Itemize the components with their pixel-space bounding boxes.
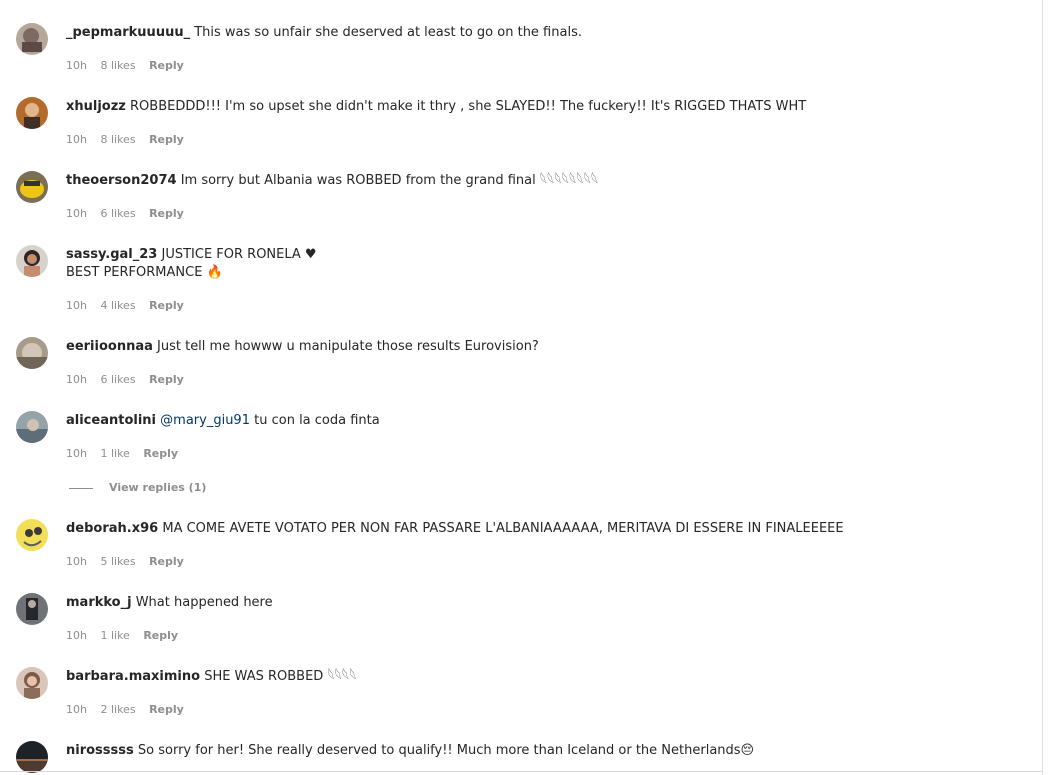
bottom-divider bbox=[0, 771, 1043, 772]
avatar[interactable] bbox=[16, 337, 48, 369]
view-replies-button[interactable]: View replies (1) bbox=[69, 481, 206, 495]
comment-time: 10h bbox=[66, 133, 87, 146]
avatar[interactable] bbox=[16, 411, 48, 443]
avatar[interactable] bbox=[16, 245, 48, 277]
comment-likes[interactable]: 1 like bbox=[100, 629, 129, 642]
comment-body: aliceantolini @mary_giu91 tu con la coda… bbox=[66, 412, 1026, 430]
reply-button[interactable]: Reply bbox=[143, 447, 178, 460]
comment-text: This was so unfair she deserved at least… bbox=[194, 25, 582, 40]
comment-username[interactable]: barbara.maximino bbox=[66, 669, 200, 684]
comment-text: Im sorry but Albania was ROBBED from the… bbox=[180, 173, 599, 188]
comment-likes[interactable]: 5 likes bbox=[100, 555, 135, 568]
comment-text: SHE WAS ROBBED 𓆩𓆩𓆩𓆩 bbox=[204, 669, 357, 684]
comment-text: JUSTICE FOR RONELA ♥ bbox=[161, 247, 317, 262]
comment-body: markko_j What happened here bbox=[66, 594, 1026, 612]
reply-button[interactable]: Reply bbox=[149, 555, 184, 568]
comment-meta: 10h 8 likes Reply bbox=[66, 133, 194, 147]
comment-body: _pepmarkuuuuu_ This was so unfair she de… bbox=[66, 24, 1026, 42]
reply-button[interactable]: Reply bbox=[149, 133, 184, 146]
avatar[interactable] bbox=[16, 593, 48, 625]
reply-button[interactable]: Reply bbox=[149, 207, 184, 220]
comment-meta: 10h 1 like Reply bbox=[66, 629, 188, 643]
comment-meta: 10h 6 likes Reply bbox=[66, 207, 194, 221]
comment-likes[interactable]: 6 likes bbox=[100, 373, 135, 386]
comment-time: 10h bbox=[66, 703, 87, 716]
comment-time: 10h bbox=[66, 629, 87, 642]
avatar[interactable] bbox=[16, 23, 48, 55]
comment-likes[interactable]: 4 likes bbox=[100, 299, 135, 312]
comment-username[interactable]: nirosssss bbox=[66, 743, 134, 758]
comment-time: 10h bbox=[66, 555, 87, 568]
comment-text: So sorry for her! She really deserved to… bbox=[137, 743, 755, 758]
view-replies-line bbox=[69, 487, 93, 489]
comment-username[interactable]: aliceantolini bbox=[66, 413, 156, 428]
comment-text: tu con la coda finta bbox=[254, 413, 380, 428]
avatar[interactable] bbox=[16, 741, 48, 773]
comment-mention[interactable]: @mary_giu91 bbox=[160, 413, 250, 428]
comment-time: 10h bbox=[66, 373, 87, 386]
comment-text: What happened here bbox=[135, 595, 273, 610]
avatar-barbara-icon bbox=[16, 667, 48, 699]
avatar-aliceantolini-icon bbox=[16, 411, 48, 443]
avatar[interactable] bbox=[16, 97, 48, 129]
comment-meta: 10h 6 likes Reply bbox=[66, 373, 194, 387]
reply-button[interactable]: Reply bbox=[149, 703, 184, 716]
avatar-theoerson2074-icon bbox=[16, 171, 48, 203]
comment-text: Just tell me howww u manipulate those re… bbox=[157, 339, 539, 354]
comment-likes[interactable]: 6 likes bbox=[100, 207, 135, 220]
comment-meta: 10h 4 likes Reply bbox=[66, 299, 194, 313]
comment-meta: 10h 2 likes Reply bbox=[66, 703, 194, 717]
avatar-xhuljozz-icon bbox=[16, 97, 48, 129]
avatar-sassy-gal-icon bbox=[16, 245, 48, 277]
avatar-nirosssss-icon bbox=[16, 741, 48, 773]
comment-likes[interactable]: 2 likes bbox=[100, 703, 135, 716]
comment-body: barbara.maximino SHE WAS ROBBED 𓆩𓆩𓆩𓆩 bbox=[66, 668, 1026, 686]
reply-button[interactable]: Reply bbox=[149, 59, 184, 72]
avatar-pepmarkuuuuu-icon bbox=[16, 23, 48, 55]
comment-body: xhuljozz ROBBEDDD!!! I'm so upset she di… bbox=[66, 98, 1026, 116]
comment-likes[interactable]: 1 like bbox=[100, 447, 129, 460]
comment-body: sassy.gal_23 JUSTICE FOR RONELA ♥ BEST P… bbox=[66, 246, 1026, 282]
comment-text: ROBBEDDD!!! I'm so upset she didn't make… bbox=[130, 99, 807, 114]
comment-time: 10h bbox=[66, 207, 87, 220]
comment-likes[interactable]: 8 likes bbox=[100, 133, 135, 146]
avatar-deborah-icon bbox=[16, 519, 48, 551]
comments-page: _pepmarkuuuuu_ This was so unfair she de… bbox=[0, 0, 1051, 775]
comment-body: eeriioonnaa Just tell me howww u manipul… bbox=[66, 338, 1026, 356]
comment-username[interactable]: theoerson2074 bbox=[66, 173, 177, 188]
comment-text-line2: BEST PERFORMANCE 🔥 bbox=[66, 265, 223, 280]
comment-username[interactable]: deborah.x96 bbox=[66, 521, 158, 536]
avatar[interactable] bbox=[16, 519, 48, 551]
comment-body: nirosssss So sorry for her! She really d… bbox=[66, 742, 1026, 760]
avatar-eeriioonnaa-icon bbox=[16, 337, 48, 369]
comment-username[interactable]: _pepmarkuuuuu_ bbox=[66, 25, 190, 40]
avatar[interactable] bbox=[16, 171, 48, 203]
comment-time: 10h bbox=[66, 447, 87, 460]
comment-meta: 10h 1 like Reply bbox=[66, 447, 188, 461]
comment-body: deborah.x96 MA COME AVETE VOTATO PER NON… bbox=[66, 520, 1026, 538]
avatar-markko-icon bbox=[16, 593, 48, 625]
comment-body: theoerson2074 Im sorry but Albania was R… bbox=[66, 172, 1026, 190]
comment-username[interactable]: eeriioonnaa bbox=[66, 339, 153, 354]
view-replies-label: View replies (1) bbox=[109, 481, 207, 494]
comment-username[interactable]: sassy.gal_23 bbox=[66, 247, 157, 262]
comment-time: 10h bbox=[66, 59, 87, 72]
comment-likes[interactable]: 8 likes bbox=[100, 59, 135, 72]
reply-button[interactable]: Reply bbox=[149, 373, 184, 386]
right-scroll-divider bbox=[1042, 0, 1043, 775]
avatar[interactable] bbox=[16, 667, 48, 699]
comment-meta: 10h 5 likes Reply bbox=[66, 555, 194, 569]
comment-username[interactable]: xhuljozz bbox=[66, 99, 126, 114]
reply-button[interactable]: Reply bbox=[149, 299, 184, 312]
comment-username[interactable]: markko_j bbox=[66, 595, 132, 610]
comment-time: 10h bbox=[66, 299, 87, 312]
reply-button[interactable]: Reply bbox=[143, 629, 178, 642]
comment-meta: 10h 8 likes Reply bbox=[66, 59, 194, 73]
comment-text: MA COME AVETE VOTATO PER NON FAR PASSARE… bbox=[162, 521, 844, 536]
